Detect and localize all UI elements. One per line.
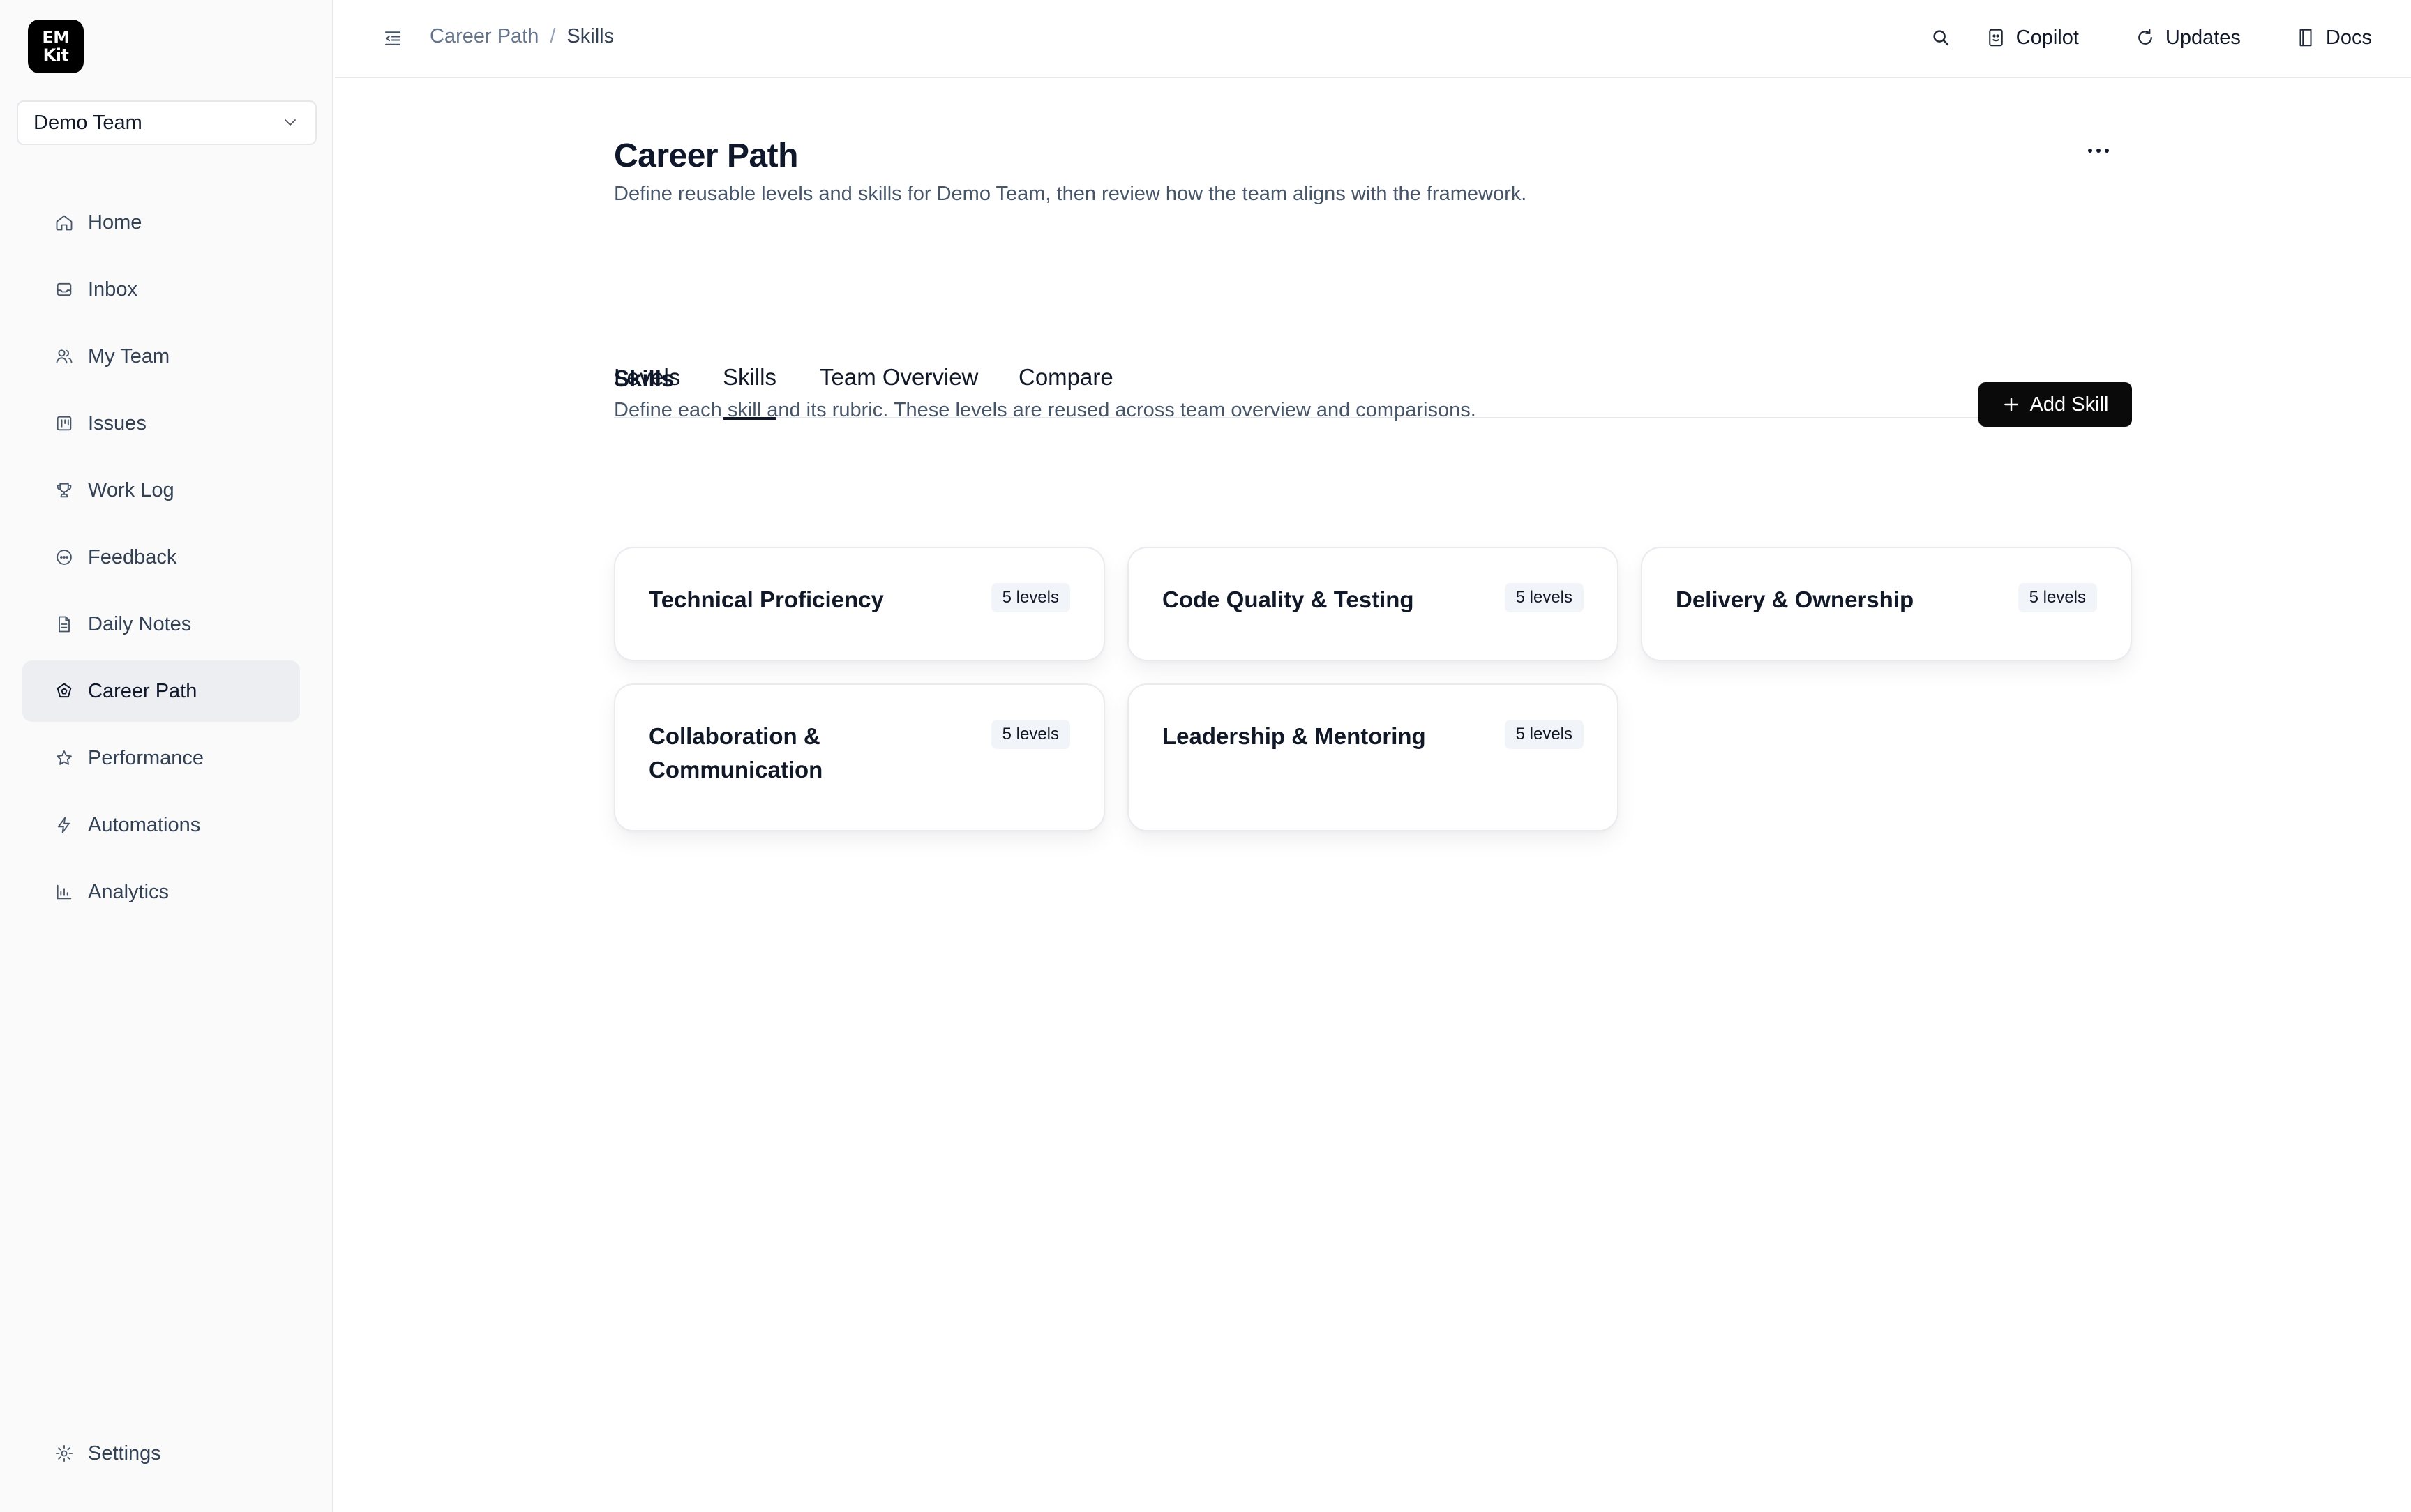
sidebar-item-daily-notes[interactable]: Daily Notes — [22, 594, 300, 655]
tab-label: Compare — [1019, 364, 1113, 390]
refresh-icon — [2135, 27, 2156, 48]
tab-bar: Levels Skills Team Overview Compare — [614, 280, 2132, 420]
tab-team-overview[interactable]: Team Overview — [820, 280, 978, 418]
docs-button[interactable]: Docs — [2295, 21, 2372, 54]
skill-card-leadership-mentoring[interactable]: Leadership & Mentoring 5 levels — [1127, 683, 1618, 831]
top-actions: Copilot Updates Docs — [1924, 21, 2372, 54]
sidebar-item-label: Performance — [88, 746, 204, 769]
breadcrumb: Career Path / Skills — [430, 25, 614, 48]
level-count-badge: 5 levels — [991, 583, 1070, 612]
sidebar: EM Kit Demo Team Home Inbox My Team Issu… — [0, 0, 333, 1512]
bar-chart-icon — [54, 882, 74, 902]
app-logo[interactable]: EM Kit — [28, 20, 84, 73]
sidebar-item-label: My Team — [88, 345, 170, 368]
sidebar-item-label: Work Log — [88, 478, 174, 501]
sidebar-item-analytics[interactable]: Analytics — [22, 861, 300, 923]
tab-label: Skills — [723, 364, 777, 390]
level-count-badge: 5 levels — [1504, 583, 1584, 612]
updates-label: Updates — [2165, 26, 2241, 49]
sidebar-item-my-team[interactable]: My Team — [22, 326, 300, 387]
level-count-badge: 5 levels — [2018, 583, 2097, 612]
document-icon — [54, 614, 74, 634]
plus-icon — [2002, 395, 2020, 414]
bolt-icon — [54, 815, 74, 835]
logo-line-1: EM — [42, 27, 70, 47]
more-options-icon[interactable] — [2079, 137, 2118, 165]
inbox-icon — [54, 280, 74, 299]
tab-skills[interactable]: Skills — [723, 280, 777, 420]
page-title: Career Path — [614, 137, 798, 174]
skill-card-title: Technical Proficiency — [649, 587, 884, 612]
skill-card-collaboration-communication[interactable]: Collaboration & Communication 5 levels — [614, 683, 1105, 831]
skill-card-title: Leadership & Mentoring — [1162, 723, 1426, 749]
level-count-badge: 5 levels — [1504, 720, 1584, 749]
sidebar-item-issues[interactable]: Issues — [22, 393, 300, 454]
sidebar-item-automations[interactable]: Automations — [22, 794, 300, 856]
breadcrumb-separator: / — [550, 25, 556, 47]
updates-button[interactable]: Updates — [2135, 21, 2241, 54]
tab-levels[interactable]: Levels — [614, 280, 680, 418]
sidebar-item-label: Analytics — [88, 880, 170, 903]
copilot-label: Copilot — [2015, 26, 2079, 49]
page-subtitle: Define reusable levels and skills for De… — [614, 183, 1527, 205]
top-bar: Career Path / Skills Copilot Updates Doc… — [335, 0, 2411, 78]
add-skill-label: Add Skill — [2029, 393, 2109, 416]
sidebar-footer: Settings — [22, 1423, 300, 1490]
level-count-badge: 5 levels — [991, 720, 1070, 749]
skill-card-code-quality-testing[interactable]: Code Quality & Testing 5 levels — [1127, 547, 1618, 661]
sidebar-nav: Home Inbox My Team Issues Work Log Feedb… — [22, 192, 300, 928]
sidebar-item-home[interactable]: Home — [22, 192, 300, 253]
sidebar-item-label: Career Path — [88, 679, 197, 702]
home-icon — [54, 213, 74, 232]
copilot-icon — [1985, 27, 2006, 48]
logo-line-2: Kit — [43, 45, 69, 65]
sidebar-item-label: Settings — [88, 1442, 161, 1465]
skill-card-delivery-ownership[interactable]: Delivery & Ownership 5 levels — [1641, 547, 2132, 661]
sidebar-item-performance[interactable]: Performance — [22, 727, 300, 789]
copilot-button[interactable]: Copilot — [1985, 21, 2079, 54]
trophy-icon — [54, 481, 74, 500]
sidebar-item-label: Issues — [88, 411, 147, 434]
sidebar-item-work-log[interactable]: Work Log — [22, 460, 300, 521]
section-subtitle: Define each skill and its rubric. These … — [614, 399, 1476, 421]
sidebar-item-feedback[interactable]: Feedback — [22, 527, 300, 588]
tab-label: Team Overview — [820, 364, 979, 390]
chat-icon — [54, 547, 74, 567]
book-icon — [2295, 27, 2316, 48]
users-icon — [54, 347, 74, 366]
skill-card-title: Delivery & Ownership — [1676, 587, 1914, 612]
breadcrumb-current: Skills — [566, 25, 615, 47]
tab-compare[interactable]: Compare — [1019, 280, 1113, 418]
sidebar-item-label: Daily Notes — [88, 612, 192, 635]
sidebar-item-career-path[interactable]: Career Path — [22, 660, 300, 722]
team-selector-value: Demo Team — [33, 111, 142, 134]
skill-card-title: Code Quality & Testing — [1162, 587, 1414, 612]
skill-card-technical-proficiency[interactable]: Technical Proficiency 5 levels — [614, 547, 1105, 661]
team-selector[interactable]: Demo Team — [17, 100, 317, 145]
sidebar-item-label: Feedback — [88, 545, 177, 568]
sidebar-item-inbox[interactable]: Inbox — [22, 259, 300, 320]
sidebar-item-settings[interactable]: Settings — [22, 1423, 300, 1484]
chevron-down-icon — [282, 114, 299, 131]
sidebar-item-label: Home — [88, 211, 142, 234]
sidebar-item-label: Automations — [88, 813, 201, 836]
search-icon[interactable] — [1924, 21, 1958, 54]
star-icon — [54, 748, 74, 768]
docs-label: Docs — [2325, 26, 2372, 49]
sidebar-item-label: Inbox — [88, 278, 137, 301]
gear-icon — [54, 1444, 74, 1463]
skill-card-title: Collaboration & Communication — [649, 723, 823, 783]
breadcrumb-career-path[interactable]: Career Path — [430, 25, 539, 48]
kanban-icon — [54, 414, 74, 433]
sidebar-toggle-icon[interactable] — [382, 28, 403, 49]
section-title: Skills — [614, 365, 675, 391]
career-icon — [54, 681, 74, 701]
add-skill-button[interactable]: Add Skill — [1978, 382, 2132, 427]
